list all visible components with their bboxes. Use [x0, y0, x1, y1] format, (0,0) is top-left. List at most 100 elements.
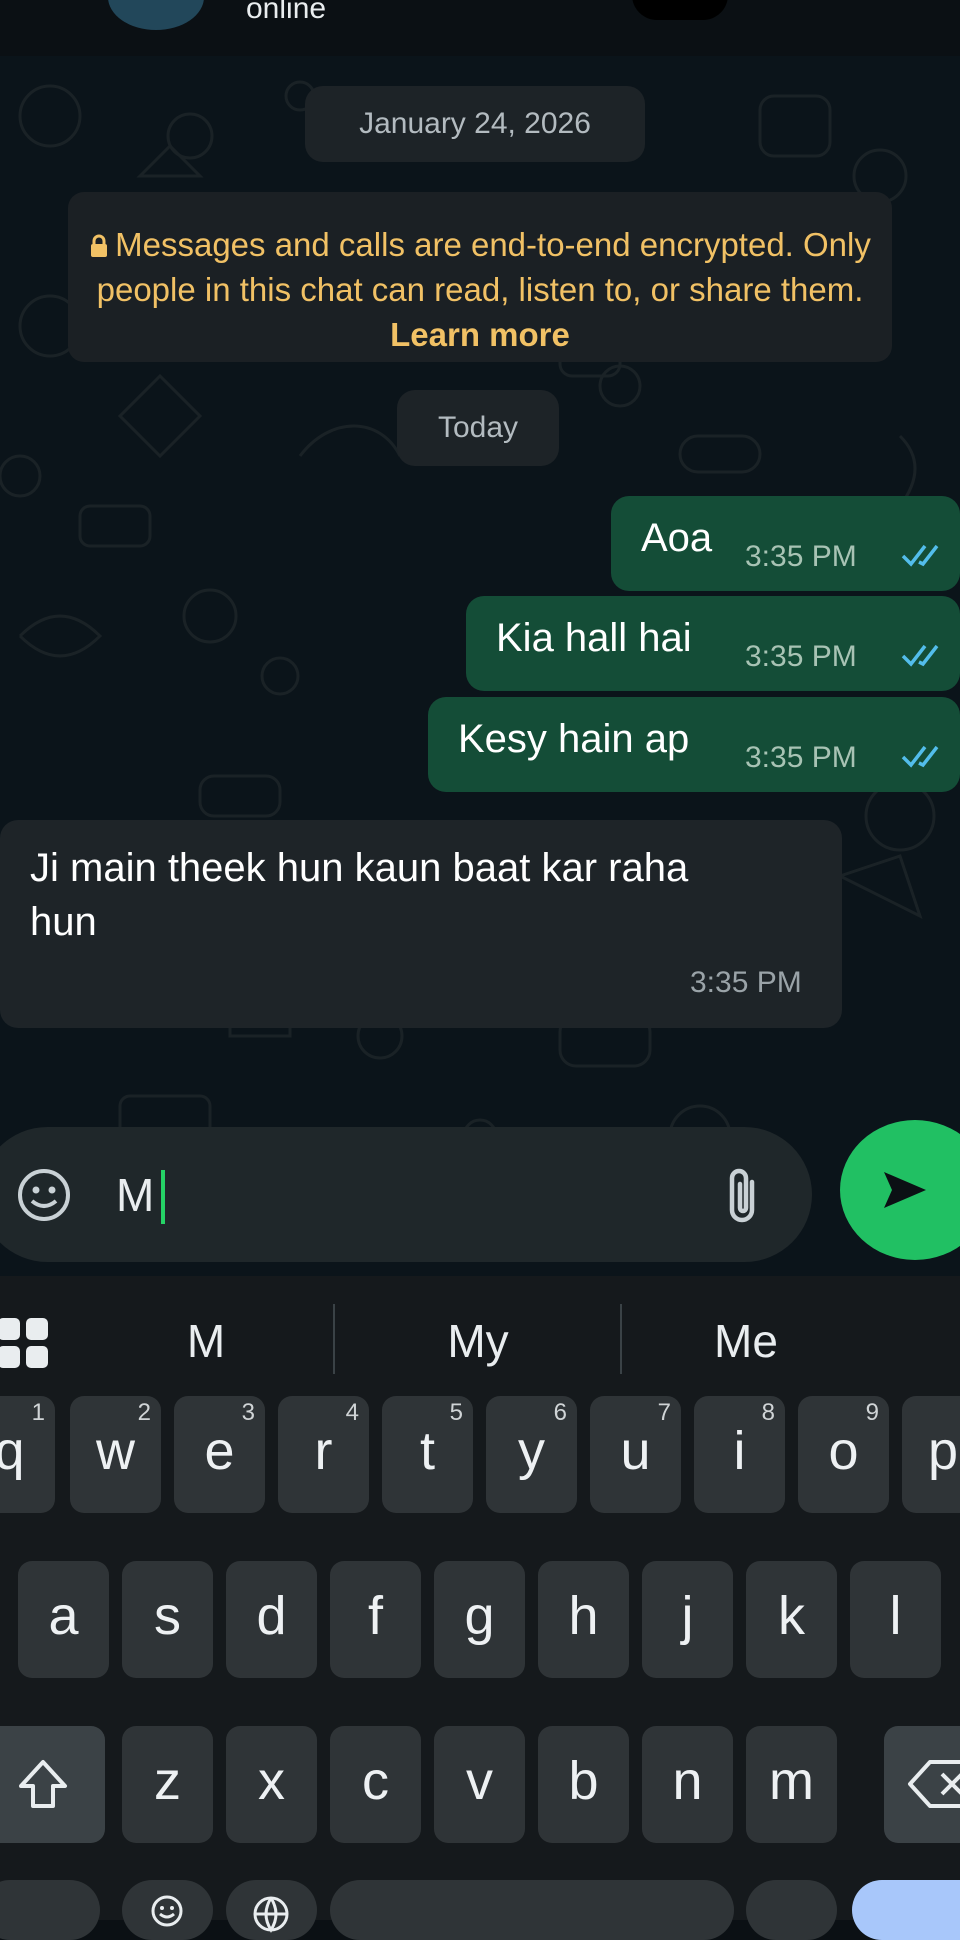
- key-f[interactable]: f: [330, 1561, 421, 1678]
- message-input[interactable]: M: [116, 1168, 154, 1222]
- key-q[interactable]: q1: [0, 1396, 55, 1513]
- globe-icon: [253, 1896, 289, 1933]
- key-label: j: [681, 1586, 694, 1646]
- globe-key[interactable]: [226, 1880, 317, 1940]
- incoming-message[interactable]: Ji main theek hun kaun baat kar raha hun…: [0, 820, 842, 1028]
- sticker-emoji-icon[interactable]: [14, 1165, 74, 1225]
- key-l[interactable]: l: [850, 1561, 941, 1678]
- key-label: i: [733, 1421, 746, 1481]
- space-key[interactable]: [330, 1880, 734, 1940]
- paperclip-icon[interactable]: [720, 1164, 768, 1230]
- read-receipt-icon: [901, 644, 939, 667]
- suggestion-divider: [620, 1304, 622, 1374]
- key-d[interactable]: d: [226, 1561, 317, 1678]
- enter-key[interactable]: [852, 1880, 960, 1940]
- message-text-line1: Ji main theek hun kaun baat kar raha: [30, 846, 689, 890]
- key-u[interactable]: u7: [590, 1396, 681, 1513]
- message-time: 3:35 PM: [690, 966, 802, 999]
- read-receipt-icon: [901, 544, 939, 567]
- key-number: 2: [137, 1399, 151, 1426]
- key-r[interactable]: r4: [278, 1396, 369, 1513]
- key-a[interactable]: a: [18, 1561, 109, 1678]
- key-m[interactable]: m: [746, 1726, 837, 1843]
- outgoing-message[interactable]: Aoa 3:35 PM: [611, 496, 960, 591]
- key-n[interactable]: n: [642, 1726, 733, 1843]
- date-separator: January 24, 2026: [305, 86, 645, 162]
- outgoing-message[interactable]: Kesy hain ap 3:35 PM: [428, 697, 960, 792]
- suggestion-1[interactable]: M: [106, 1314, 306, 1368]
- key-number: 8: [761, 1399, 775, 1426]
- key-label: s: [154, 1586, 181, 1646]
- key-label: l: [889, 1586, 902, 1646]
- key-i[interactable]: i8: [694, 1396, 785, 1513]
- key-label: h: [568, 1586, 599, 1646]
- key-number: 6: [553, 1399, 567, 1426]
- key-label: b: [568, 1751, 599, 1811]
- chat-area[interactable]: January 24, 2026 Messages and calls are …: [0, 56, 960, 1276]
- key-y[interactable]: y6: [486, 1396, 577, 1513]
- key-label: c: [362, 1751, 389, 1811]
- key-label: d: [256, 1586, 287, 1646]
- shift-key[interactable]: [0, 1726, 105, 1843]
- key-label: a: [48, 1586, 79, 1646]
- key-v[interactable]: v: [434, 1726, 525, 1843]
- camera-cutout: [632, 0, 728, 20]
- key-label: k: [778, 1586, 805, 1646]
- key-label: x: [258, 1751, 285, 1811]
- backspace-key[interactable]: [884, 1726, 960, 1843]
- send-icon: [884, 1172, 926, 1208]
- message-text: Kesy hain ap: [458, 717, 690, 761]
- emoji-key[interactable]: [122, 1880, 213, 1940]
- key-label: y: [518, 1421, 545, 1481]
- key-z[interactable]: z: [122, 1726, 213, 1843]
- contact-avatar[interactable]: [108, 0, 204, 30]
- suggestion-2[interactable]: My: [378, 1314, 578, 1368]
- key-e[interactable]: e3: [174, 1396, 265, 1513]
- key-label: q: [0, 1421, 25, 1481]
- key-o[interactable]: o9: [798, 1396, 889, 1513]
- chat-header: online: [0, 0, 960, 57]
- message-text: Kia hall hai: [496, 616, 692, 660]
- shift-icon: [18, 1760, 67, 1808]
- suggestion-3[interactable]: Me: [646, 1314, 846, 1368]
- key-label: m: [769, 1751, 814, 1811]
- suggestion-divider: [333, 1304, 335, 1374]
- key-x[interactable]: x: [226, 1726, 317, 1843]
- key-number: 3: [241, 1399, 255, 1426]
- key-number: 1: [31, 1399, 45, 1426]
- message-time: 3:35 PM: [745, 640, 857, 673]
- key-label: t: [419, 1421, 435, 1481]
- key-number: 9: [865, 1399, 879, 1426]
- key-h[interactable]: h: [538, 1561, 629, 1678]
- message-time: 3:35 PM: [745, 741, 857, 774]
- lock-icon: [91, 234, 108, 257]
- keyboard: M My Me q1 w2 e3 r4 t5 y6 u7 i8 o9 p a s…: [0, 1276, 960, 1940]
- key-j[interactable]: j: [642, 1561, 733, 1678]
- message-text: Aoa: [641, 516, 713, 560]
- symbols-key[interactable]: [0, 1880, 100, 1940]
- key-k[interactable]: k: [746, 1561, 837, 1678]
- key-w[interactable]: w2: [70, 1396, 161, 1513]
- text-cursor: [161, 1170, 165, 1224]
- apps-grid-icon[interactable]: [0, 1316, 50, 1370]
- key-p[interactable]: p: [902, 1396, 960, 1513]
- learn-more-link[interactable]: Learn more: [390, 316, 570, 353]
- key-g[interactable]: g: [434, 1561, 525, 1678]
- key-label: v: [466, 1751, 493, 1811]
- encryption-text: Messages and calls are end-to-end encryp…: [96, 226, 871, 308]
- key-b[interactable]: b: [538, 1726, 629, 1843]
- key-c[interactable]: c: [330, 1726, 421, 1843]
- message-time: 3:35 PM: [745, 540, 857, 573]
- encryption-notice[interactable]: Messages and calls are end-to-end encryp…: [68, 192, 892, 362]
- key-s[interactable]: s: [122, 1561, 213, 1678]
- outgoing-message[interactable]: Kia hall hai 3:35 PM: [466, 596, 960, 691]
- backspace-icon: [908, 1760, 960, 1808]
- key-label: e: [204, 1421, 235, 1481]
- key-t[interactable]: t5: [382, 1396, 473, 1513]
- key-label: r: [314, 1421, 333, 1481]
- key-label: o: [828, 1421, 859, 1481]
- key-label: f: [367, 1586, 383, 1646]
- period-key[interactable]: [746, 1880, 837, 1940]
- key-number: 7: [657, 1399, 671, 1426]
- key-label: n: [672, 1751, 703, 1811]
